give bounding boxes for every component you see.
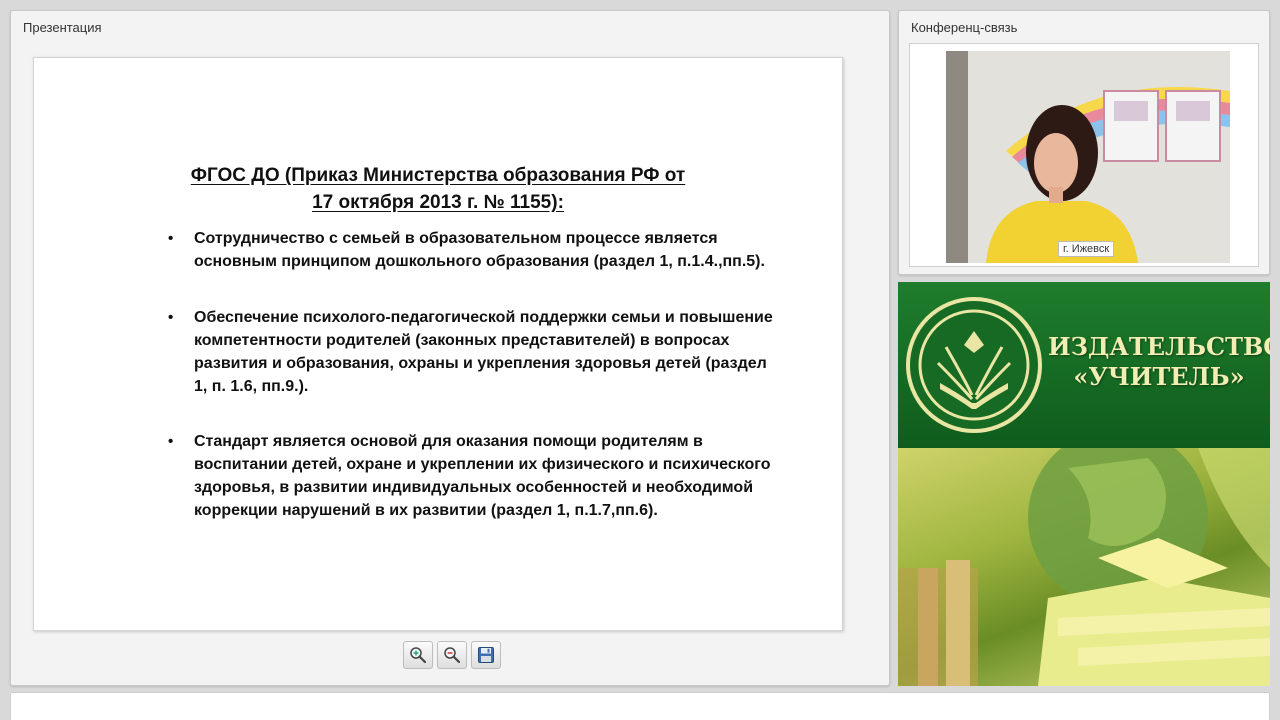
slide-title-line-2: 17 октября 2013 г. № 1155): (312, 192, 564, 213)
zoom-in-icon (410, 647, 427, 664)
presentation-panel-title: Презентация (23, 20, 102, 35)
slide-bullet: Стандарт является основой для оказания п… (168, 430, 778, 522)
slide-bullet: Сотрудничество с семьей в образовательно… (168, 227, 778, 273)
video-frame: г. Ижевск (909, 43, 1259, 267)
ad-books-image (898, 448, 1270, 686)
bottom-panel (10, 692, 1270, 720)
video-scene-image (946, 51, 1230, 263)
publisher-name-line-2: «УЧИТЕЛЬ» (1073, 362, 1245, 391)
globe-and-books-image (898, 448, 1270, 686)
zoom-out-icon (444, 647, 461, 664)
publisher-ad-banner[interactable]: ИЗДАТЕЛЬСТВО «УЧИТЕЛЬ» (898, 282, 1270, 686)
video-feed[interactable]: г. Ижевск (946, 51, 1230, 263)
conference-panel-title: Конференц-связь (911, 20, 1018, 35)
slide: ФГОС ДО (Приказ Министерства образования… (33, 57, 843, 631)
slide-title: ФГОС ДО (Приказ Министерства образования… (34, 162, 842, 216)
presentation-panel: Презентация ФГОС ДО (Приказ Министерства… (10, 10, 890, 686)
zoom-in-button[interactable] (403, 641, 433, 669)
slide-title-line-1: ФГОС ДО (Приказ Министерства образования… (190, 165, 686, 186)
ad-header: ИЗДАТЕЛЬСТВО «УЧИТЕЛЬ» (898, 282, 1270, 448)
save-button[interactable] (471, 641, 501, 669)
open-book-logo-icon (918, 309, 1030, 421)
floppy-disk-icon (478, 647, 494, 663)
slide-bullet: Обеспечение психолого-педагогической под… (168, 306, 778, 398)
zoom-out-button[interactable] (437, 641, 467, 669)
slide-bullet-list: Сотрудничество с семьей в образовательно… (168, 227, 778, 522)
publisher-name: ИЗДАТЕЛЬСТВО «УЧИТЕЛЬ» (1048, 332, 1270, 392)
video-city-label: г. Ижевск (1058, 241, 1115, 257)
presentation-toolbar (403, 641, 501, 669)
conference-panel: Конференц-связь г. Ижевск (898, 10, 1270, 275)
publisher-name-line-1: ИЗДАТЕЛЬСТВО (1048, 332, 1270, 361)
publisher-logo (906, 297, 1042, 433)
